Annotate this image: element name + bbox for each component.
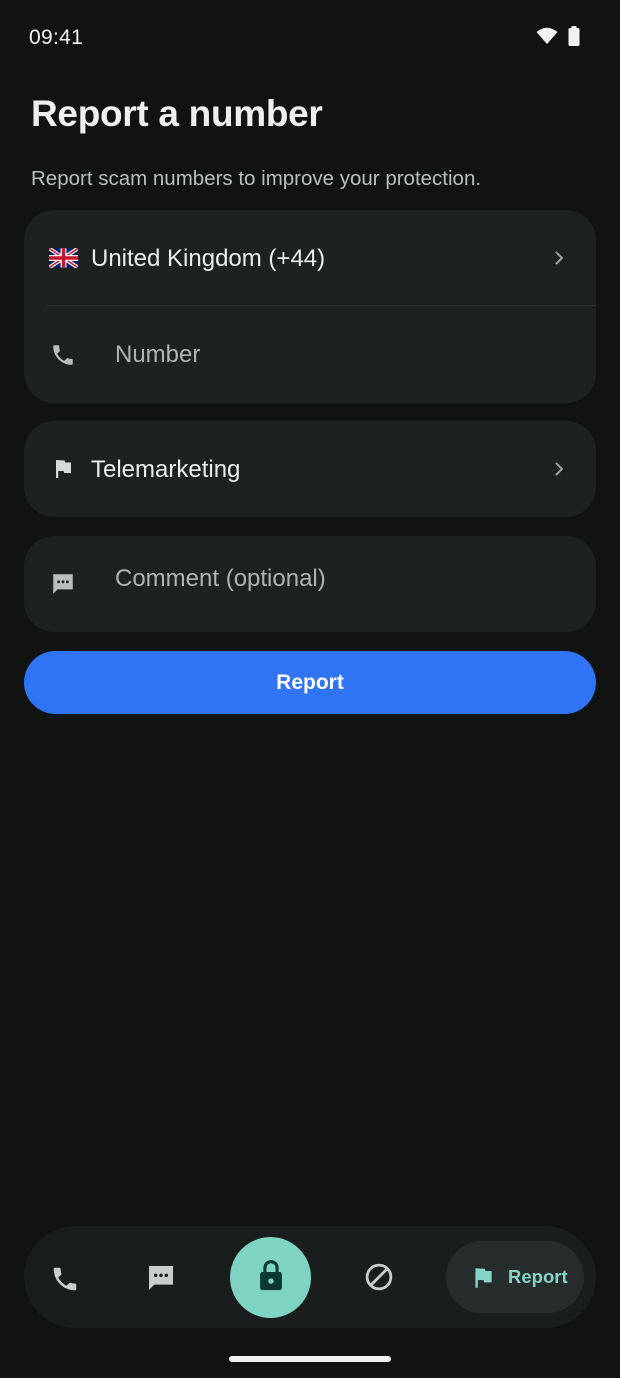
nav-calls-phone-icon[interactable] — [48, 1262, 82, 1296]
comment-input[interactable]: Comment (optional) — [115, 565, 326, 593]
flag-icon — [48, 454, 78, 484]
lock-icon — [256, 1258, 286, 1297]
page-title: Report a number — [31, 93, 323, 134]
battery-icon — [568, 26, 580, 51]
number-field[interactable]: Number — [24, 307, 596, 403]
nav-report-tab[interactable]: Report — [446, 1241, 584, 1313]
country-selector[interactable]: United Kingdom (+44) — [24, 210, 596, 306]
number-input[interactable]: Number — [115, 341, 200, 369]
wifi-icon — [536, 27, 558, 50]
status-bar: 09:41 — [0, 0, 620, 76]
chevron-right-icon — [552, 251, 566, 265]
comment-field[interactable]: Comment (optional) — [24, 536, 596, 632]
bottom-nav: Report — [24, 1226, 596, 1328]
phone-icon — [48, 340, 78, 370]
nav-protection-button[interactable] — [230, 1237, 311, 1318]
category-label: Telemarketing — [91, 456, 241, 483]
category-selector[interactable]: Telemarketing — [24, 421, 596, 517]
nav-messages-message-icon[interactable] — [143, 1260, 179, 1296]
uk-flag-icon — [48, 243, 78, 273]
flag-icon — [470, 1265, 496, 1296]
country-label: United Kingdom (+44) — [91, 245, 326, 272]
home-indicator[interactable] — [229, 1356, 391, 1362]
nav-report-label: Report — [508, 1266, 568, 1287]
status-time: 09:41 — [29, 26, 84, 49]
report-button[interactable]: Report — [24, 651, 596, 714]
message-icon — [48, 569, 78, 599]
divider — [46, 305, 596, 306]
phone-card: United Kingdom (+44) Number — [24, 210, 596, 403]
nav-blocked-block-icon[interactable] — [362, 1260, 396, 1294]
page-subtitle: Report scam numbers to improve your prot… — [31, 167, 482, 190]
status-icons — [536, 26, 580, 51]
chevron-right-icon — [552, 462, 566, 476]
